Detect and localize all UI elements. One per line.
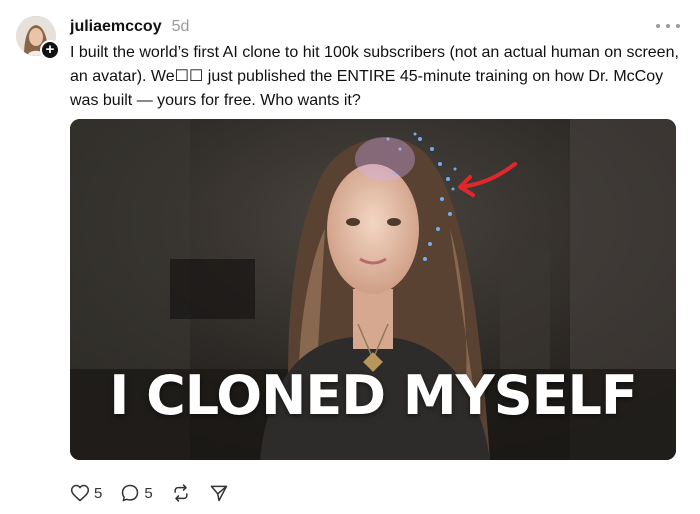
more-dot bbox=[676, 24, 680, 28]
like-button[interactable]: 5 bbox=[70, 483, 102, 503]
heart-icon bbox=[70, 484, 90, 502]
comment-icon bbox=[122, 484, 139, 502]
more-dot bbox=[656, 24, 660, 28]
post-video-thumbnail[interactable]: I CLONED MYSELF bbox=[70, 119, 676, 460]
follow-plus-icon[interactable]: + bbox=[40, 40, 60, 60]
author-avatar[interactable]: + bbox=[16, 16, 60, 60]
post-actions: 5 5 bbox=[70, 482, 247, 504]
thumbnail-title: I CLONED MYSELF bbox=[109, 364, 638, 427]
repost-button[interactable] bbox=[171, 483, 191, 503]
like-count: 5 bbox=[94, 484, 103, 502]
more-dot bbox=[666, 24, 670, 28]
timestamp: 5d bbox=[171, 18, 190, 35]
send-icon bbox=[210, 485, 227, 502]
repost-icon bbox=[174, 484, 188, 502]
post-text: I built the world’s first AI clone to hi… bbox=[70, 44, 679, 109]
comment-button[interactable]: 5 bbox=[120, 483, 153, 503]
post-header: juliaemccoy 5d bbox=[70, 16, 680, 38]
comment-count: 5 bbox=[144, 484, 153, 502]
username[interactable]: juliaemccoy bbox=[70, 18, 162, 36]
more-options-icon[interactable] bbox=[656, 16, 680, 36]
share-button[interactable] bbox=[209, 483, 229, 503]
